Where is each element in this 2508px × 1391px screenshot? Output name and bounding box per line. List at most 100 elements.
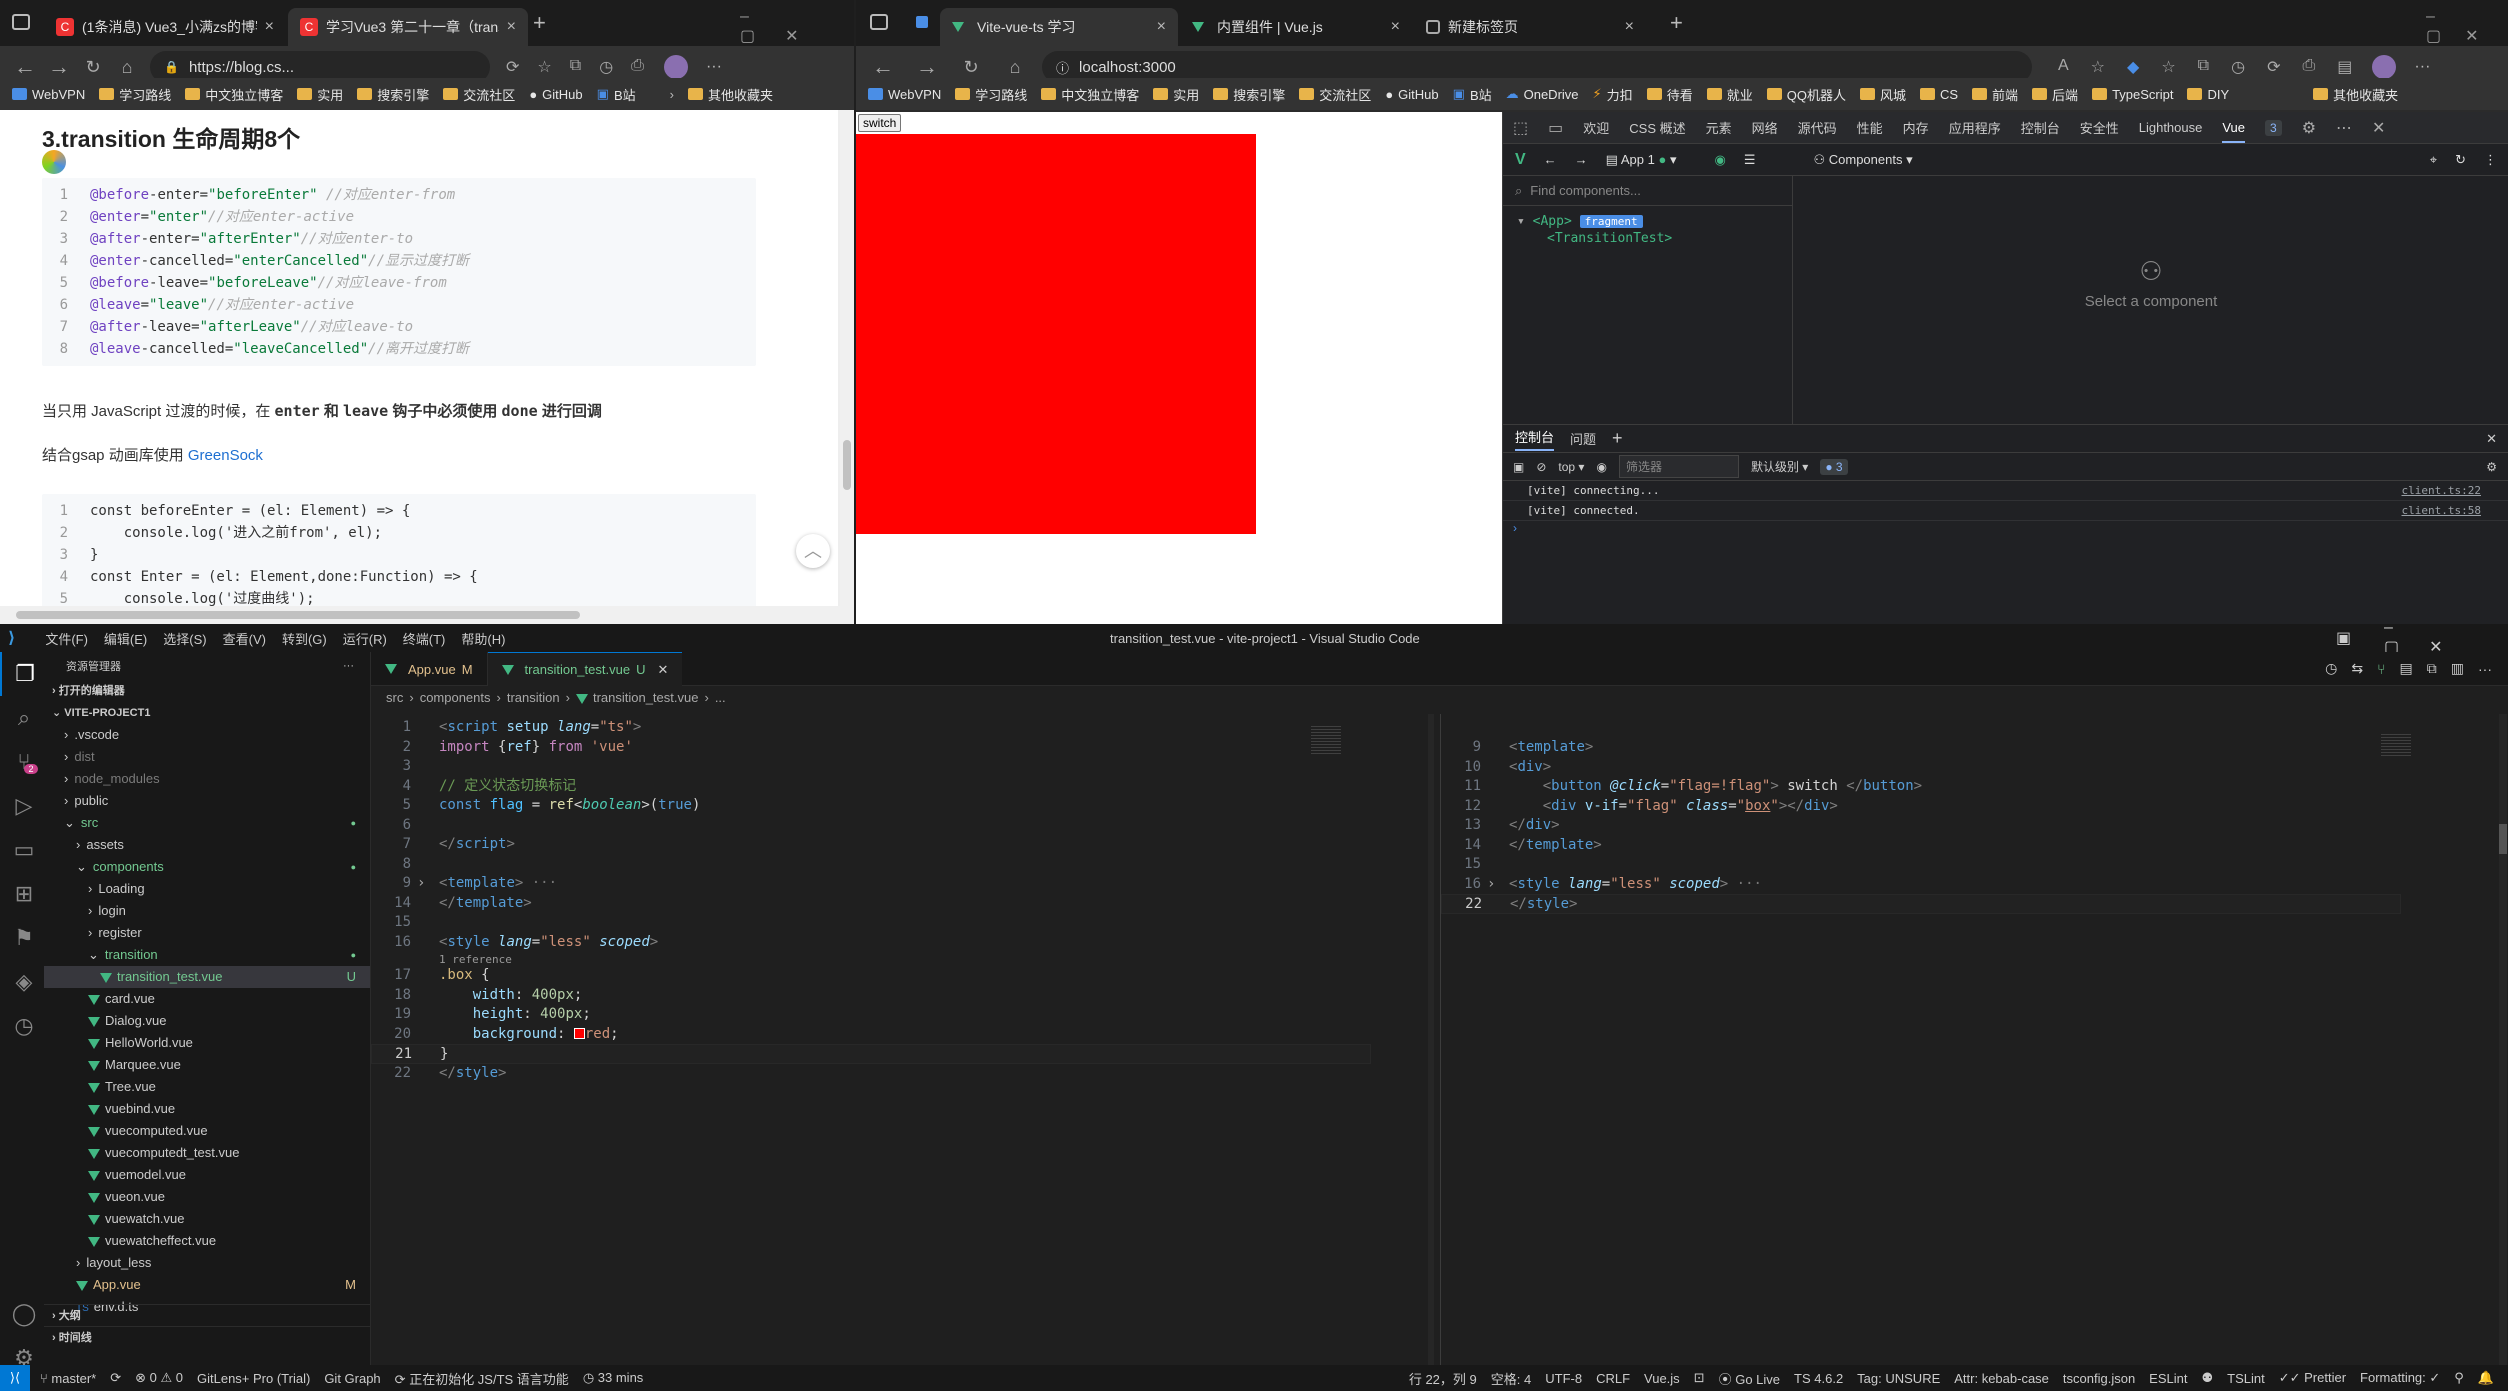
home-icon[interactable]: ⌂	[998, 57, 1032, 78]
editor-tab-active[interactable]: transition_test.vue U ✕	[487, 652, 683, 686]
favorites-icon[interactable]: ☆	[537, 57, 551, 77]
chevron-right-icon[interactable]: ›	[670, 87, 674, 102]
h-scrollbar-thumb[interactable]	[16, 611, 580, 619]
close-icon[interactable]: ✕	[2372, 118, 2385, 138]
layout-icon[interactable]: ▣	[2336, 628, 2351, 648]
bookmark-item[interactable]: 待看	[1646, 85, 1693, 104]
extensions-icon[interactable]: ⊞	[0, 872, 48, 916]
collections-icon[interactable]: ⧉	[570, 57, 581, 77]
forward-icon[interactable]: →	[1575, 152, 1588, 167]
close-icon[interactable]: ×	[1391, 18, 1400, 36]
issues-counter[interactable]: ● 3	[1820, 458, 1848, 475]
sync-icon[interactable]: ⟳	[110, 1370, 121, 1386]
component-tree-icon[interactable]: ◉	[1714, 152, 1725, 168]
horizontal-scrollbar[interactable]	[0, 606, 854, 624]
source-control-icon[interactable]: ⑂ 2	[0, 740, 48, 784]
breadcrumb-item[interactable]: ...	[715, 690, 726, 705]
remote-indicator-icon[interactable]: ⟩⟨	[0, 1365, 30, 1391]
browser-tab[interactable]: C (1条消息) Vue3_小满zs的博客-CS ×	[44, 8, 286, 46]
bookmark-item[interactable]: 就业	[1706, 85, 1753, 104]
console-prompt[interactable]: ›	[1503, 521, 2508, 535]
home-icon[interactable]: ⌂	[110, 57, 144, 78]
file-item[interactable]: vuewatcheffect.vue	[44, 1230, 370, 1252]
bookmark-item[interactable]: 实用	[1153, 85, 1199, 104]
devtools-tab[interactable]: 网络	[1752, 118, 1778, 137]
sidebar-icon[interactable]: ▤	[2337, 57, 2352, 77]
bookmark-item[interactable]: 搜索引擎	[1213, 85, 1285, 104]
tab-actions-icon[interactable]	[12, 14, 30, 30]
bookmarks-icon[interactable]: ⚑	[0, 916, 48, 960]
breadcrumb-item[interactable]: transition	[507, 690, 560, 705]
bookmark-item[interactable]: CS	[1919, 87, 1958, 102]
bookmark-item[interactable]: QQ机器人	[1766, 85, 1846, 104]
bookmark-item[interactable]: TypeScript	[2092, 87, 2173, 102]
more-actions-icon[interactable]: ···	[343, 660, 354, 672]
file-item[interactable]: vuecomputedt_test.vue	[44, 1142, 370, 1164]
device-icon[interactable]: ▭	[1548, 118, 1563, 138]
bookmark-item[interactable]: 中文独立博客	[185, 85, 283, 104]
remote-explorer-icon[interactable]: ▭	[0, 828, 48, 872]
file-item[interactable]: vueon.vue	[44, 1186, 370, 1208]
pinned-tab-icon[interactable]	[916, 16, 928, 28]
file-item[interactable]: App.vue M	[44, 1274, 370, 1296]
more-icon[interactable]: ···	[706, 58, 722, 76]
bookmark-item[interactable]: 实用	[297, 85, 343, 104]
more-actions-icon[interactable]: ···	[2478, 661, 2492, 677]
breadcrumb-item[interactable]: transition_test.vue	[575, 690, 698, 705]
tab-actions-icon[interactable]	[870, 14, 888, 30]
favorites-icon[interactable]: ☆	[2161, 57, 2175, 77]
run-debug-icon[interactable]: ▷	[0, 784, 48, 828]
eye-icon[interactable]: ◉	[1596, 460, 1606, 474]
file-item[interactable]: HelloWorld.vue	[44, 1032, 370, 1054]
ts-version[interactable]: TS 4.6.2	[1794, 1371, 1843, 1386]
breadcrumb-item[interactable]: components	[420, 690, 491, 705]
attr-case[interactable]: Attr: kebab-case	[1954, 1371, 2049, 1386]
git-graph-status[interactable]: Git Graph	[324, 1371, 380, 1386]
indentation[interactable]: 空格: 4	[1491, 1369, 1531, 1388]
bookmark-item[interactable]: ● GitHub	[529, 87, 582, 102]
new-tab-icon[interactable]: +	[1670, 10, 1683, 36]
menu-item[interactable]: 选择(S)	[163, 629, 206, 648]
formatting-status[interactable]: Formatting: ✓	[2360, 1370, 2440, 1386]
screenshot-icon[interactable]: ⎙	[631, 57, 644, 77]
favorite-icon[interactable]: ☆	[2091, 57, 2105, 77]
forward-icon[interactable]: →	[910, 54, 944, 80]
clear-console-icon[interactable]: ⊘	[1536, 460, 1546, 474]
search-icon[interactable]: ⌕	[0, 696, 48, 740]
bookmark-item[interactable]: 学习路线	[955, 85, 1027, 104]
profile-avatar[interactable]	[663, 55, 688, 79]
eol[interactable]: CRLF	[1596, 1371, 1630, 1386]
encoding[interactable]: UTF-8	[1545, 1371, 1582, 1386]
close-icon[interactable]: ×	[1157, 18, 1166, 36]
log-source-link[interactable]: client.ts:22	[2402, 484, 2481, 497]
read-aloud-icon[interactable]: A	[2058, 57, 2069, 77]
more-icon[interactable]: ···	[2414, 58, 2430, 76]
close-icon[interactable]: ✕	[2486, 431, 2497, 447]
extension-icon[interactable]: ◆	[2127, 57, 2139, 77]
minimap[interactable]	[1311, 726, 1341, 756]
target-icon[interactable]: ⌖	[2430, 152, 2437, 168]
editor-scrollbar[interactable]	[1428, 714, 1434, 1365]
split-editor-icon[interactable]: ▥	[2451, 660, 2464, 677]
file-item[interactable]: Tree.vue	[44, 1076, 370, 1098]
folder-item[interactable]: › login	[44, 900, 370, 922]
account-share-icon[interactable]: ⚲	[2454, 1370, 2464, 1386]
other-bookmarks[interactable]: 其他收藏夹	[2313, 85, 2398, 104]
add-icon[interactable]: +	[1612, 428, 1623, 449]
folder-item[interactable]: › .vscode	[44, 724, 370, 746]
fold-chevron-icon[interactable]: ›	[1487, 875, 1501, 895]
menu-item[interactable]: 编辑(E)	[104, 629, 147, 648]
settings-icon[interactable]: ⚙	[2486, 460, 2497, 474]
folder-item[interactable]: › layout_less	[44, 1252, 370, 1274]
sidebar-toggle-icon[interactable]: ▣	[1513, 460, 1524, 474]
minimap[interactable]	[2381, 734, 2411, 756]
devtools-tab[interactable]: 欢迎	[1583, 118, 1609, 137]
bookmark-item[interactable]: 搜索引擎	[357, 85, 429, 104]
folder-item[interactable]: › assets	[44, 834, 370, 856]
devtools-tab[interactable]: 源代码	[1798, 118, 1837, 137]
file-item[interactable]: vuemodel.vue	[44, 1164, 370, 1186]
menu-item[interactable]: 查看(V)	[223, 629, 266, 648]
devtools-tab-vue[interactable]: Vue	[2222, 120, 2246, 143]
preview-icon[interactable]: ▤	[2400, 660, 2413, 677]
bookmark-item[interactable]: 前端	[1972, 85, 2018, 104]
